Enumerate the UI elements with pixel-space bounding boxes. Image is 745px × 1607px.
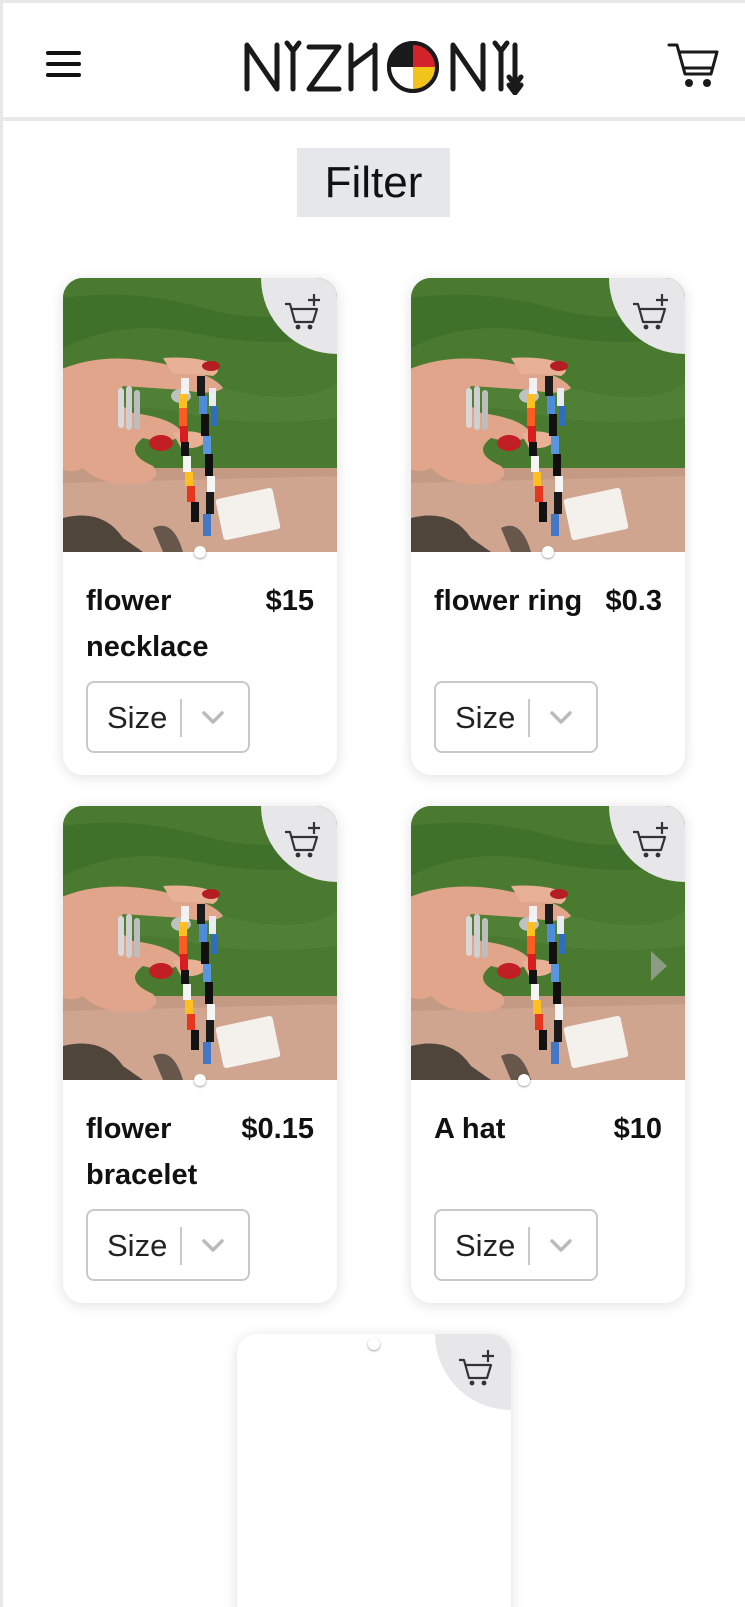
size-label: Size — [107, 1228, 168, 1263]
chevron-down-icon — [202, 1239, 224, 1252]
product-price: $0.3 — [605, 585, 662, 617]
menu-line — [46, 51, 81, 55]
select-separator — [180, 699, 182, 737]
size-dropdown[interactable]: Size — [434, 681, 598, 753]
select-separator — [528, 699, 530, 737]
size-label: Size — [107, 700, 168, 735]
product-name[interactable]: flower ring — [434, 578, 609, 624]
shopping-cart-icon[interactable] — [667, 40, 719, 90]
carousel-dot[interactable] — [518, 1074, 530, 1086]
cart-plus-glyph — [285, 822, 320, 858]
cart-plus-glyph — [285, 294, 320, 330]
cart-plus-glyph — [633, 822, 668, 858]
logo-artwork — [244, 40, 524, 96]
size-dropdown[interactable]: Size — [434, 1209, 598, 1281]
add-to-cart-icon[interactable] — [435, 1334, 511, 1410]
select-separator — [180, 1227, 182, 1265]
product-card[interactable]: flower ring $0.3 Size — [411, 278, 685, 775]
carousel-dot[interactable] — [542, 546, 554, 558]
product-name[interactable]: flower necklace — [86, 578, 246, 670]
chevron-down-icon — [550, 1239, 572, 1252]
size-dropdown[interactable]: Size — [86, 1209, 250, 1281]
product-price: $15 — [265, 585, 314, 617]
carousel-dot[interactable] — [194, 1074, 206, 1086]
menu-line — [46, 62, 81, 66]
product-name[interactable]: A hat — [434, 1106, 594, 1152]
cart-plus-glyph — [633, 294, 668, 330]
product-card[interactable]: flower bracelet $0.15 Size — [63, 806, 337, 1303]
cart-plus-glyph — [459, 1350, 494, 1386]
product-name[interactable]: flower bracelet — [86, 1106, 226, 1198]
size-label: Size — [455, 1228, 516, 1263]
filter-button[interactable]: Filter — [297, 148, 450, 217]
product-price: $10 — [613, 1113, 662, 1145]
chevron-down-icon — [550, 711, 572, 724]
product-card[interactable] — [237, 1334, 511, 1607]
next-image-arrow-icon[interactable] — [651, 951, 667, 981]
product-card[interactable]: flower necklace $15 Size — [63, 278, 337, 775]
product-price: $0.15 — [241, 1113, 314, 1145]
cart-glyph — [667, 43, 719, 87]
carousel-dot[interactable] — [194, 546, 206, 558]
brand-logo[interactable] — [243, 37, 528, 96]
size-dropdown[interactable]: Size — [86, 681, 250, 753]
top-header — [3, 3, 745, 121]
chevron-down-icon — [202, 711, 224, 724]
select-separator — [528, 1227, 530, 1265]
hamburger-menu-icon[interactable] — [43, 45, 87, 81]
size-label: Size — [455, 700, 516, 735]
menu-line — [46, 73, 81, 77]
carousel-dot[interactable] — [368, 1338, 380, 1350]
product-card[interactable]: A hat $10 Size — [411, 806, 685, 1303]
